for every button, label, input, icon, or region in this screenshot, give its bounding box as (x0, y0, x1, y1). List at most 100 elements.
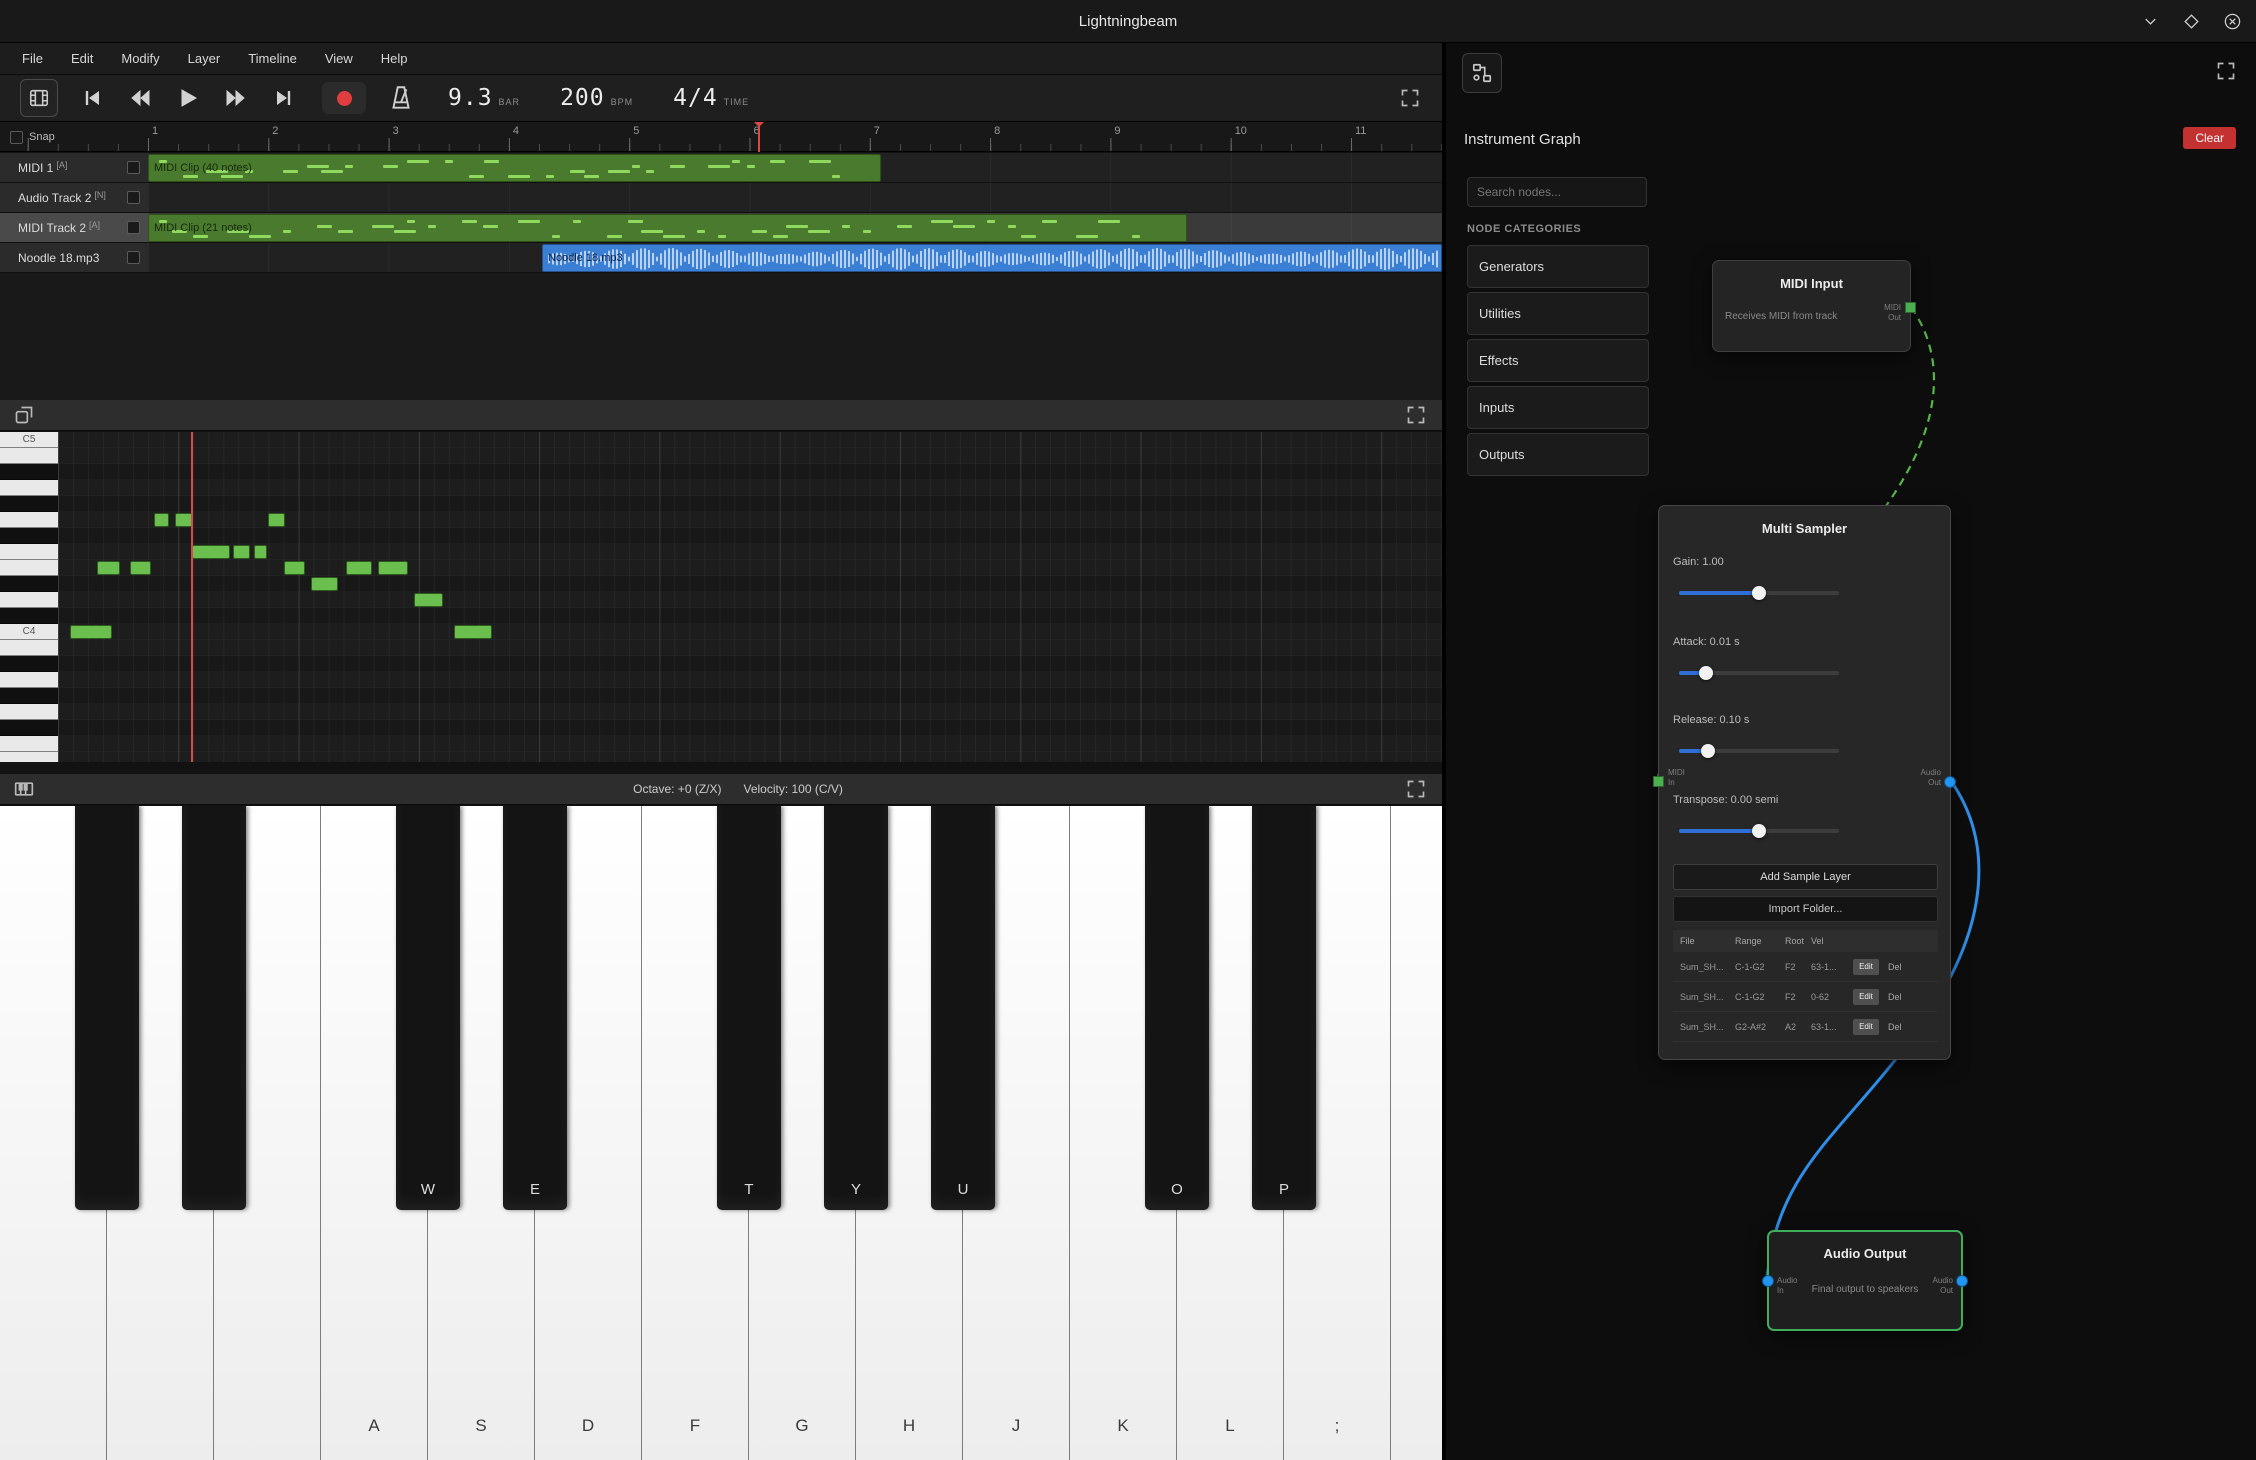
black-key[interactable]: O (1145, 806, 1209, 1210)
piano-roll-row[interactable] (58, 480, 1442, 496)
menu-help[interactable]: Help (367, 43, 422, 74)
edit-sample-button[interactable]: Edit (1853, 1019, 1879, 1035)
midi-note[interactable] (454, 625, 492, 639)
piano-roll-row[interactable] (58, 560, 1442, 576)
piano-roll-row[interactable] (58, 528, 1442, 544)
timeline-playhead[interactable] (758, 122, 760, 152)
black-key[interactable] (75, 806, 139, 1210)
piano-roll-row[interactable] (58, 672, 1442, 688)
black-key[interactable]: T (717, 806, 781, 1210)
piano-roll-key-row[interactable] (0, 752, 58, 762)
bpm-readout[interactable]: 200 BPM (560, 85, 633, 111)
track-checkbox[interactable] (127, 221, 140, 234)
black-key[interactable]: P (1252, 806, 1316, 1210)
track-row[interactable]: MIDI 1 [A] MIDI Clip (40 notes) (0, 153, 1442, 183)
category-effects[interactable]: Effects (1467, 339, 1649, 382)
piano-roll-row[interactable] (58, 720, 1442, 736)
fast-forward-button[interactable] (224, 86, 248, 110)
track-row[interactable]: Audio Track 2 [N] (0, 183, 1442, 213)
keyboard-expand-button[interactable] (1406, 779, 1426, 799)
piano-roll-key-row[interactable] (0, 736, 58, 752)
close-icon[interactable] (2223, 12, 2242, 31)
piano-roll-row[interactable] (58, 704, 1442, 720)
piano-roll-key-row[interactable] (0, 592, 58, 608)
midi-note[interactable] (284, 561, 305, 575)
track-lane[interactable]: Noodle 18.mp3 (148, 243, 1442, 272)
midi-out-port[interactable] (1905, 302, 1916, 313)
category-outputs[interactable]: Outputs (1467, 433, 1649, 476)
white-key[interactable] (1391, 806, 1442, 1460)
track-checkbox[interactable] (127, 251, 140, 264)
category-generators[interactable]: Generators (1467, 245, 1649, 288)
black-key[interactable]: U (931, 806, 995, 1210)
black-key[interactable]: W (396, 806, 460, 1210)
timeline-expand-button[interactable] (1400, 88, 1420, 108)
black-key[interactable]: Y (824, 806, 888, 1210)
menu-timeline[interactable]: Timeline (234, 43, 311, 74)
piano-roll-expand-button[interactable] (1406, 405, 1426, 425)
graph-view-button[interactable] (1462, 53, 1502, 93)
transpose-slider[interactable]: Transpose: 0.00 semi (1673, 794, 1938, 833)
node-midi-input[interactable]: MIDI Input Receives MIDI from track MIDI… (1712, 260, 1911, 352)
midi-clip[interactable]: MIDI Clip (40 notes) (148, 154, 881, 182)
midi-note[interactable] (346, 561, 372, 575)
piano-roll-key-row[interactable] (0, 672, 58, 688)
node-audio-output[interactable]: Audio Output AudioIn Final output to spe… (1767, 1230, 1963, 1331)
maximize-icon[interactable] (2182, 12, 2201, 31)
piano-roll-key-row[interactable] (0, 480, 58, 496)
menu-edit[interactable]: Edit (57, 43, 107, 74)
piano-roll-key-row[interactable] (0, 448, 58, 464)
piano-roll-key-row[interactable] (0, 720, 58, 736)
piano-roll-row[interactable] (58, 640, 1442, 656)
track-checkbox[interactable] (127, 161, 140, 174)
skip-start-button[interactable] (80, 86, 104, 110)
timeline-ruler[interactable]: 1234567891011 Snap (0, 122, 1442, 152)
piano-roll-playhead[interactable] (191, 432, 193, 762)
midi-note[interactable] (130, 561, 151, 575)
piano-roll-key-row[interactable] (0, 464, 58, 480)
piano-roll-row[interactable] (58, 752, 1442, 762)
audio-out-port[interactable] (1944, 776, 1956, 788)
piano-roll-popout-button[interactable] (14, 405, 34, 425)
midi-note[interactable] (97, 561, 120, 575)
snap-checkbox[interactable] (10, 131, 23, 144)
gain-slider[interactable]: Gain: 1.00 (1673, 556, 1938, 595)
record-button[interactable] (322, 82, 366, 114)
piano-roll-key-row[interactable] (0, 608, 58, 624)
midi-note[interactable] (268, 513, 285, 527)
import-folder-button[interactable]: Import Folder... (1673, 896, 1938, 922)
rewind-button[interactable] (128, 86, 152, 110)
add-sample-layer-button[interactable]: Add Sample Layer (1673, 864, 1938, 890)
piano-roll-key-row[interactable]: C4 (0, 624, 58, 640)
midi-clip[interactable]: MIDI Clip (21 notes) (148, 214, 1187, 242)
category-inputs[interactable]: Inputs (1467, 386, 1649, 429)
release-slider[interactable]: Release: 0.10 s (1673, 714, 1938, 753)
graph-expand-button[interactable] (2216, 61, 2236, 81)
midi-in-port[interactable] (1653, 776, 1664, 787)
piano-roll[interactable]: C5C4 (0, 432, 1442, 762)
film-button[interactable] (20, 79, 58, 117)
piano-roll-row[interactable] (58, 496, 1442, 512)
slider-knob[interactable] (1752, 586, 1766, 600)
piano-roll-key-row[interactable] (0, 512, 58, 528)
piano-roll-row[interactable] (58, 608, 1442, 624)
track-row[interactable]: Noodle 18.mp3 Noodle 18.mp3 (0, 243, 1442, 273)
midi-note[interactable] (192, 545, 230, 559)
piano-roll-row[interactable] (58, 432, 1442, 448)
piano-roll-row[interactable] (58, 576, 1442, 592)
audio-out-port[interactable] (1956, 1275, 1968, 1287)
piano-roll-row[interactable] (58, 448, 1442, 464)
slider-knob[interactable] (1699, 666, 1713, 680)
midi-note[interactable] (311, 577, 338, 591)
node-multi-sampler[interactable]: Multi Sampler Gain: 1.00 Attack: 0.01 s … (1658, 505, 1951, 1060)
metronome-button[interactable] (388, 84, 414, 112)
piano-roll-key-row[interactable] (0, 704, 58, 720)
track-header[interactable]: Noodle 18.mp3 (0, 243, 148, 272)
midi-note[interactable] (414, 593, 443, 607)
piano-roll-row[interactable] (58, 624, 1442, 640)
piano-roll-key-row[interactable] (0, 544, 58, 560)
audio-in-port[interactable] (1762, 1275, 1774, 1287)
piano-roll-row[interactable] (58, 512, 1442, 528)
clear-graph-button[interactable]: Clear (2183, 127, 2236, 149)
track-lane[interactable]: MIDI Clip (40 notes) (148, 153, 1442, 182)
